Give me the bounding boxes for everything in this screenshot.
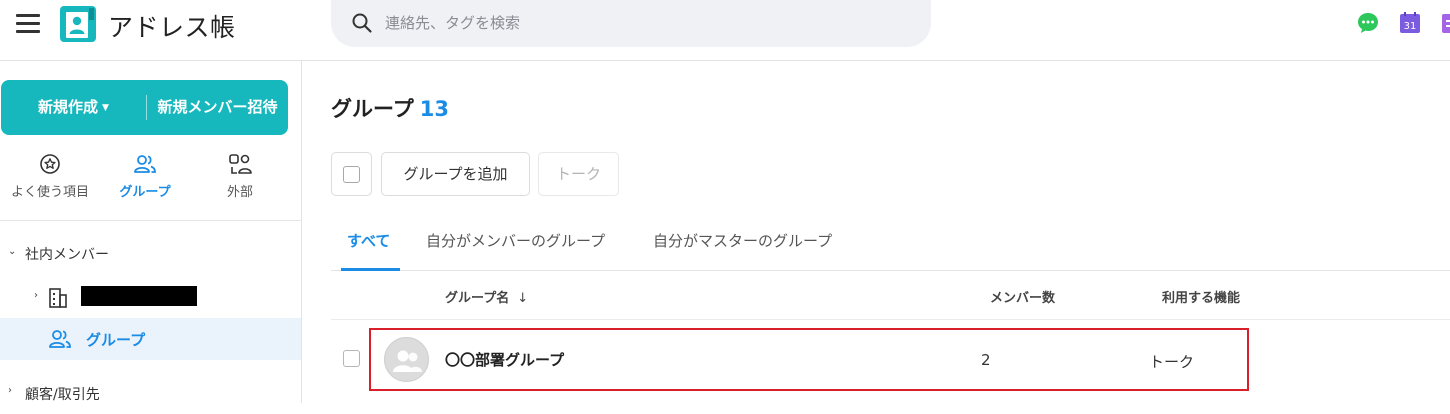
invite-member-button[interactable]: 新規メンバー招待 <box>147 80 288 135</box>
calendar-icon[interactable]: 31 <box>1398 11 1422 35</box>
redacted-organization-name <box>81 286 197 306</box>
tab-all[interactable]: すべて <box>347 230 390 251</box>
external-icon <box>229 154 252 174</box>
tab-external[interactable]: 外部 <box>190 151 290 213</box>
group-avatar-icon <box>384 337 429 382</box>
talk-button[interactable]: トーク <box>538 152 619 196</box>
tab-groups-label: グループ <box>119 185 171 200</box>
new-create-button[interactable]: 新規作成 ▼ <box>1 80 146 135</box>
column-group-name[interactable]: グループ名 ↓ <box>445 287 528 306</box>
app-icon[interactable] <box>1440 11 1450 35</box>
address-book-logo-icon[interactable] <box>60 6 96 42</box>
chevron-right-icon: › <box>8 385 12 396</box>
calendar-day: 31 <box>1404 21 1417 32</box>
tree-item-customers[interactable]: › 顧客/取引先 <box>0 374 301 414</box>
page-title: グループ 13 <box>331 93 449 123</box>
search-icon <box>352 13 372 33</box>
tab-member-groups[interactable]: 自分がメンバーのグループ <box>426 230 605 251</box>
tab-external-label: 外部 <box>226 185 253 200</box>
tree-item-organization[interactable]: › <box>0 277 301 317</box>
new-create-label: 新規作成 <box>38 98 99 116</box>
chat-icon[interactable] <box>1356 11 1380 35</box>
tree-item-group[interactable]: グループ <box>0 318 301 360</box>
star-circle-icon <box>40 154 60 174</box>
internal-members-label: 社内メンバー <box>25 247 109 263</box>
hamburger-menu-icon[interactable] <box>16 14 40 34</box>
member-count: 2 <box>981 351 991 369</box>
tab-master-groups[interactable]: 自分がマスターのグループ <box>653 230 832 251</box>
caret-down-icon: ▼ <box>102 103 109 113</box>
group-count: 13 <box>419 97 449 121</box>
search-input[interactable] <box>385 8 885 38</box>
active-tab-indicator <box>341 268 400 271</box>
invite-member-label: 新規メンバー招待 <box>157 98 278 116</box>
column-features: 利用する機能 <box>1162 291 1241 306</box>
tree-item-internal-members[interactable]: ⌄ 社内メンバー <box>0 233 301 273</box>
main-content: グループ 13 グループを追加 トーク すべて 自分がメンバーのグループ 自分がマ… <box>302 61 1450 403</box>
column-group-name-label: グループ名 <box>445 291 510 306</box>
chevron-down-icon: ⌄ <box>8 246 17 257</box>
tab-favorites-label: よく使う項目 <box>10 185 89 200</box>
select-all-checkbox[interactable] <box>331 152 372 196</box>
sort-arrow-icon: ↓ <box>517 291 529 306</box>
sidebar: 新規作成 ▼ 新規メンバー招待 よく使う項目 グループ 外部 ⌄ 社内メンバー … <box>0 61 302 403</box>
chevron-right-icon: › <box>34 290 38 301</box>
group-icon <box>49 330 71 348</box>
group-name[interactable]: 〇〇部署グループ <box>445 349 564 370</box>
sidebar-nav-tabs: よく使う項目 グループ 外部 <box>0 151 301 221</box>
column-member-count: メンバー数 <box>990 291 1056 306</box>
filter-tabs: すべて 自分がメンバーのグループ 自分がマスターのグループ <box>331 216 1450 271</box>
feature-value: トーク <box>1149 353 1195 371</box>
app-title: アドレス帳 <box>108 13 236 42</box>
tab-groups[interactable]: グループ <box>95 151 195 213</box>
customers-label: 顧客/取引先 <box>25 387 100 403</box>
table-row[interactable]: 〇〇部署グループ 2 トーク <box>331 320 1450 398</box>
create-button-group: 新規作成 ▼ 新規メンバー招待 <box>1 80 288 135</box>
top-bar: アドレス帳 31 <box>0 0 1450 61</box>
add-group-button[interactable]: グループを追加 <box>381 152 530 196</box>
table-header: グループ名 ↓ メンバー数 利用する機能 <box>331 272 1450 320</box>
search-bar[interactable] <box>331 0 931 47</box>
building-icon <box>49 288 67 308</box>
page-title-text: グループ <box>331 97 414 121</box>
group-label: グループ <box>86 331 146 349</box>
group-icon <box>134 155 156 173</box>
tab-favorites[interactable]: よく使う項目 <box>0 151 100 213</box>
row-checkbox[interactable] <box>343 350 360 367</box>
